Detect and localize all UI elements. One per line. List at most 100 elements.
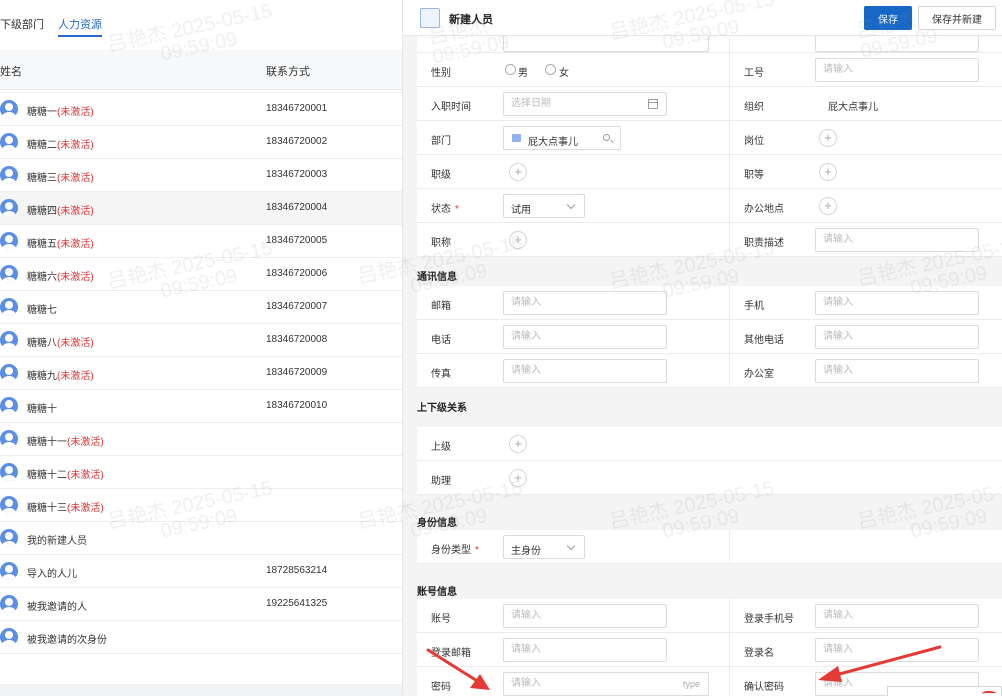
save-button[interactable]: 保存 [864, 6, 912, 30]
person-phone: 18346720003 [266, 169, 328, 180]
table-row[interactable]: 被我邀请的次身份 [0, 621, 402, 654]
id-card-icon [420, 8, 440, 28]
add-title-icon[interactable]: + [509, 231, 527, 249]
avatar-icon [0, 298, 18, 316]
avatar-icon [0, 199, 18, 217]
table-row[interactable]: 糖糖十一(未激活) [0, 423, 402, 456]
account-label: 账号 [431, 614, 451, 625]
form-row-email: 邮箱 请输入 手机 请输入 [417, 286, 1002, 320]
form-row-superior: 上级 + [417, 427, 1002, 461]
inactive-badge: (未激活) [57, 206, 94, 217]
person-phone: 18346720008 [266, 334, 328, 345]
email-input[interactable]: 请输入 [503, 291, 667, 315]
inactive-badge: (未激活) [67, 437, 104, 448]
person-name: 被我邀请的次身份 [27, 635, 107, 646]
position-label: 岗位 [744, 136, 764, 147]
table-row[interactable]: 糖糖三(未激活) 18346720003 [0, 159, 402, 192]
office-input[interactable]: 请输入 [815, 359, 979, 383]
table-row[interactable]: 糖糖六(未激活) 18346720006 [0, 258, 402, 291]
radio-male[interactable] [505, 64, 516, 75]
status-label: 状态 * [431, 204, 459, 215]
form-row-clipped [417, 28, 1002, 53]
account-input[interactable]: 请输入 [503, 604, 667, 628]
add-office-location-icon[interactable]: + [819, 197, 837, 215]
login-mobile-input[interactable]: 请输入 [815, 604, 979, 628]
add-rank-icon[interactable]: + [509, 163, 527, 181]
avatar-icon [0, 331, 18, 349]
column-contact: 联系方式 [266, 66, 310, 78]
other-phone-input[interactable]: 请输入 [815, 325, 979, 349]
status-select[interactable]: 试用 [503, 194, 585, 218]
job-desc-label: 职责描述 [744, 238, 784, 249]
table-row[interactable]: 糖糖十 18346720010 [0, 390, 402, 423]
login-name-input[interactable]: 请输入 [815, 638, 979, 662]
office-location-label: 办公地点 [744, 204, 784, 215]
form-row-fax: 传真 请输入 办公室 请输入 [417, 354, 1002, 388]
table-row[interactable]: 糖糖十二(未激活) [0, 456, 402, 489]
add-position-icon[interactable]: + [819, 129, 837, 147]
table-row[interactable]: 糖糖四(未激活) 18346720004 [0, 192, 402, 225]
form-row-title: 职称 + 职责描述 请输入 [417, 223, 1002, 257]
person-name: 被我邀请的人 [27, 602, 87, 613]
add-assistant-icon[interactable]: + [509, 469, 527, 487]
radio-female[interactable] [545, 64, 556, 75]
entry-date-picker[interactable]: 选择日期 [503, 92, 667, 116]
tab-human-resources[interactable]: 人力资源 [58, 18, 102, 37]
avatar-icon [0, 364, 18, 382]
phone-label: 电话 [431, 335, 451, 346]
email-label: 邮箱 [431, 301, 451, 312]
person-phone: 18346720005 [266, 235, 328, 246]
employee-no-label: 工号 [744, 68, 764, 79]
avatar-icon [0, 463, 18, 481]
password-type-hint: type [682, 679, 700, 689]
identity-type-value: 主身份 [511, 546, 541, 557]
table-row[interactable]: 糖糖二(未激活) 18346720002 [0, 126, 402, 159]
identity-type-select[interactable]: 主身份 [503, 535, 585, 559]
dialog-form: 性别 男 女 工号 请输入 入职时间 选择日期 组织 屁大点事儿 部门 屁大点事… [403, 28, 1002, 696]
employee-no-input[interactable]: 请输入 [815, 58, 979, 82]
password-input[interactable]: 请输入 type [503, 672, 709, 696]
job-desc-input[interactable]: 请输入 [815, 228, 979, 252]
add-superior-icon[interactable]: + [509, 435, 527, 453]
inactive-badge: (未激活) [57, 173, 94, 184]
tab-sub-departments[interactable]: 下级部门 [0, 18, 44, 32]
person-name: 糖糖五(未激活) [27, 239, 94, 250]
fax-input[interactable]: 请输入 [503, 359, 667, 383]
person-name: 糖糖十三(未激活) [27, 503, 104, 514]
section-account-title: 账号信息 [417, 587, 457, 598]
chevron-down-icon [566, 200, 576, 210]
table-row[interactable]: 糖糖九(未激活) 18346720009 [0, 357, 402, 390]
dept-selector[interactable]: 屁大点事儿 [503, 126, 621, 150]
section-identity-title: 身份信息 [417, 518, 457, 529]
office-label: 办公室 [744, 369, 774, 380]
save-and-new-button[interactable]: 保存并新建 [918, 6, 996, 30]
inactive-badge: (未激活) [57, 239, 94, 250]
table-row[interactable]: 糖糖一(未激活) 18346720001 [0, 93, 402, 126]
password-label: 密码 [431, 682, 451, 693]
add-grade-icon[interactable]: + [819, 163, 837, 181]
form-row-assistant: 助理 + [417, 461, 1002, 495]
org-value: 屁大点事儿 [828, 102, 878, 113]
table-row[interactable]: 糖糖五(未激活) 18346720005 [0, 225, 402, 258]
avatar-icon [0, 562, 18, 580]
person-phone: 18728563214 [266, 565, 328, 576]
table-row[interactable]: 糖糖八(未激活) 18346720008 [0, 324, 402, 357]
person-phone: 18346720006 [266, 268, 328, 279]
person-name: 我的新建人员 [27, 536, 87, 547]
table-row[interactable]: 我的新建人员 [0, 522, 402, 555]
inactive-badge: (未激活) [57, 338, 94, 349]
inactive-badge: (未激活) [67, 470, 104, 481]
login-email-input[interactable]: 请输入 [503, 638, 667, 662]
form-row-phone: 电话 请输入 其他电话 请输入 [417, 320, 1002, 354]
phone-input[interactable]: 请输入 [503, 325, 667, 349]
section-hierarchy-title: 上下级关系 [417, 403, 467, 414]
search-icon[interactable] [603, 134, 610, 141]
table-row[interactable]: 糖糖七 18346720007 [0, 291, 402, 324]
mobile-input[interactable]: 请输入 [815, 291, 979, 315]
personnel-table-body: 糖糖一(未激活) 18346720001 糖糖二(未激活) 18346720002 糖糖… [0, 90, 402, 654]
person-phone: 18346720002 [266, 136, 328, 147]
table-row[interactable]: 导入的人儿 18728563214 [0, 555, 402, 588]
table-row[interactable]: 被我邀请的人 19225641325 [0, 588, 402, 621]
table-row[interactable]: 糖糖十三(未激活) [0, 489, 402, 522]
status-value: 试用 [511, 205, 531, 216]
